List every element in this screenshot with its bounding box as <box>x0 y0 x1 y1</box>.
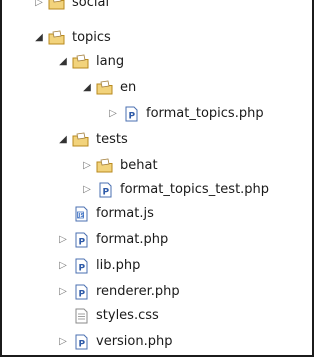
folder-package-icon <box>72 132 89 147</box>
tree-item-label: lang <box>96 54 125 69</box>
tree-item-tests[interactable]: ◢ tests <box>56 128 312 152</box>
tree-item-label: tests <box>96 132 128 147</box>
tree-item-label: en <box>120 80 137 95</box>
expand-arrow-icon[interactable]: ▷ <box>106 102 120 126</box>
svg-text:P: P <box>129 112 136 122</box>
tree-item-label: lib.php <box>96 258 141 273</box>
tree-item-label: social <box>72 0 110 10</box>
php-file-icon: P <box>75 284 88 300</box>
tree-item-format-php[interactable]: ▷ P format.php <box>56 228 312 252</box>
collapse-arrow-icon[interactable]: ◢ <box>56 50 70 74</box>
tree-item-label: format_topics.php <box>146 106 264 121</box>
expand-arrow-icon[interactable]: ▷ <box>32 0 46 15</box>
js-file-icon: JS <box>75 206 88 222</box>
tree-item-label: format.php <box>96 232 169 247</box>
folder-package-icon <box>48 0 65 10</box>
expand-arrow-icon[interactable]: ▷ <box>56 228 70 252</box>
expand-arrow-icon[interactable]: ▷ <box>80 178 94 202</box>
php-file-icon: P <box>75 258 88 274</box>
php-file-icon: P <box>75 232 88 248</box>
tree-item-label: version.php <box>96 334 173 349</box>
expand-arrow-icon[interactable]: ▷ <box>56 280 70 304</box>
expand-arrow-icon[interactable]: ▷ <box>56 330 70 354</box>
collapse-arrow-icon[interactable]: ◢ <box>32 26 46 50</box>
expand-arrow-icon[interactable]: ▷ <box>56 254 70 278</box>
css-file-icon <box>75 308 88 324</box>
tree-item-behat[interactable]: ▷ behat <box>80 154 312 178</box>
tree-item-version-php[interactable]: ▷ P version.php <box>56 330 312 354</box>
tree-item-format-topics-test-php[interactable]: ▷ P format_topics_test.php <box>80 178 312 202</box>
svg-text:JS: JS <box>77 213 84 219</box>
svg-text:P: P <box>79 340 86 350</box>
expand-arrow-icon[interactable]: ▷ <box>80 154 94 178</box>
tree-item-format-js[interactable]: JS format.js <box>56 202 312 226</box>
collapse-arrow-icon[interactable]: ◢ <box>56 128 70 152</box>
project-tree: ▷ social ◢ topics ◢ lang ◢ en ▷ P format… <box>0 0 314 357</box>
svg-text:P: P <box>79 238 86 248</box>
svg-text:P: P <box>103 188 110 198</box>
folder-package-icon <box>48 30 65 45</box>
svg-text:P: P <box>79 290 86 300</box>
tree-item-styles-css[interactable]: styles.css <box>56 304 312 328</box>
tree-item-label: behat <box>120 158 158 173</box>
tree-item-label: format_topics_test.php <box>120 182 270 197</box>
tree-item-lib-php[interactable]: ▷ P lib.php <box>56 254 312 278</box>
tree-item-format-topics-php[interactable]: ▷ P format_topics.php <box>106 102 312 126</box>
collapse-arrow-icon[interactable]: ◢ <box>80 76 94 100</box>
folder-package-icon <box>96 80 113 95</box>
folder-package-icon <box>72 54 89 69</box>
tree-item-label: styles.css <box>96 308 159 323</box>
tree-item-label: format.js <box>96 206 154 221</box>
tree-item-social[interactable]: ▷ social <box>32 0 312 24</box>
tree-item-label: topics <box>72 30 111 45</box>
php-file-icon: P <box>99 182 112 198</box>
tree-item-renderer-php[interactable]: ▷ P renderer.php <box>56 280 312 304</box>
folder-package-icon <box>96 158 113 173</box>
php-file-icon: P <box>75 334 88 350</box>
tree-item-lang[interactable]: ◢ lang <box>56 50 312 74</box>
tree-item-topics[interactable]: ◢ topics <box>32 26 312 50</box>
svg-text:P: P <box>79 264 86 274</box>
tree-item-en[interactable]: ◢ en <box>80 76 312 100</box>
tree-item-label: renderer.php <box>96 284 180 299</box>
php-file-icon: P <box>125 106 138 122</box>
